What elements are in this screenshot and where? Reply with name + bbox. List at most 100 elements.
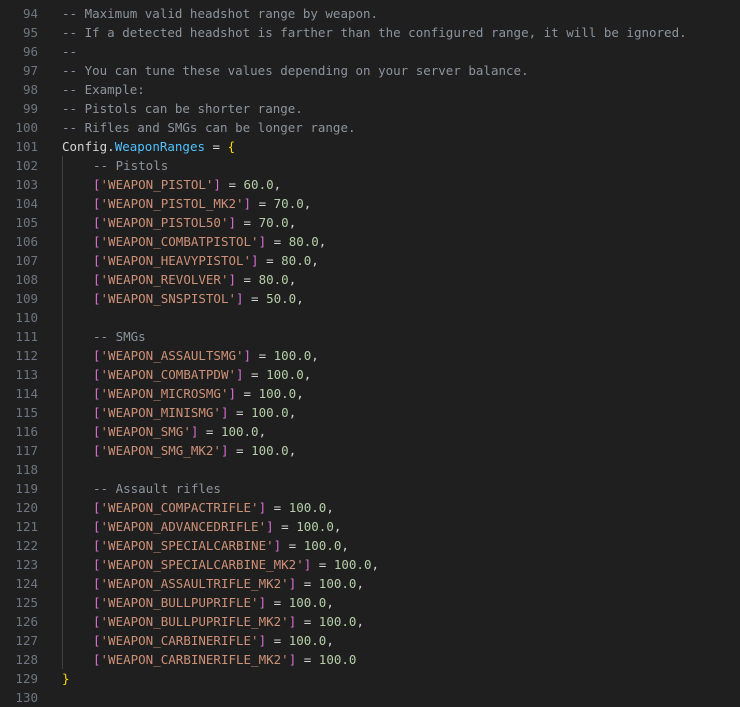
close-bracket: ] <box>228 215 236 230</box>
code-line[interactable]: 94 -- Maximum valid headshot range by wea… <box>0 4 740 23</box>
code-line[interactable]: 108 ['WEAPON_REVOLVER'] = 80.0, <box>0 270 740 289</box>
line-number: 128 <box>15 652 38 667</box>
line-content[interactable]: } <box>38 669 70 688</box>
line-content[interactable]: -- Maximum valid headshot range by weapo… <box>38 4 378 23</box>
code-line[interactable]: 98 -- Example: <box>0 80 740 99</box>
code-line[interactable]: 127 ['WEAPON_CARBINERIFLE'] = 100.0, <box>0 631 740 650</box>
line-content[interactable]: -- You can tune these values depending o… <box>38 61 529 80</box>
open-bracket: [ <box>93 272 101 287</box>
line-content[interactable]: ['WEAPON_SNSPISTOL'] = 50.0, <box>38 289 304 308</box>
assign-operator: = <box>266 234 289 249</box>
indent-guide <box>62 403 93 422</box>
weapon-key: 'WEAPON_CARBINERIFLE_MK2' <box>100 652 289 667</box>
comma: , <box>273 177 282 192</box>
line-number: 105 <box>15 215 38 230</box>
code-line[interactable]: 102 -- Pistols <box>0 156 740 175</box>
line-content[interactable]: ['WEAPON_PISTOL'] = 60.0, <box>38 175 281 194</box>
line-content[interactable]: -- If a detected headshot is farther tha… <box>38 23 687 42</box>
line-content[interactable]: -- Assault rifles <box>38 479 221 498</box>
line-content[interactable] <box>38 308 93 327</box>
open-bracket: [ <box>93 215 101 230</box>
dot-operator: . <box>107 139 115 154</box>
code-line[interactable]: 115 ['WEAPON_MINISMG'] = 100.0, <box>0 403 740 422</box>
close-bracket: ] <box>266 519 274 534</box>
code-line[interactable]: 96 -- <box>0 42 740 61</box>
code-line[interactable]: 112 ['WEAPON_ASSAULTSMG'] = 100.0, <box>0 346 740 365</box>
line-content[interactable]: ['WEAPON_PISTOL_MK2'] = 70.0, <box>38 194 311 213</box>
code-line[interactable]: 126 ['WEAPON_BULLPUPRIFLE_MK2'] = 100.0, <box>0 612 740 631</box>
line-content[interactable]: ['WEAPON_COMPACTRIFLE'] = 100.0, <box>38 498 334 517</box>
code-line[interactable]: 119 -- Assault rifles <box>0 479 740 498</box>
indent-guide <box>62 384 93 403</box>
line-content[interactable]: ['WEAPON_BULLPUPRIFLE_MK2'] = 100.0, <box>38 612 364 631</box>
code-line[interactable]: 110 <box>0 308 740 327</box>
open-bracket: [ <box>93 443 101 458</box>
code-line[interactable]: 106 ['WEAPON_COMBATPISTOL'] = 80.0, <box>0 232 740 251</box>
line-number: 99 <box>22 101 38 116</box>
line-content[interactable]: ['WEAPON_ADVANCEDRIFLE'] = 100.0, <box>38 517 341 536</box>
line-content[interactable]: ['WEAPON_MICROSMG'] = 100.0, <box>38 384 304 403</box>
code-line[interactable]: 122 ['WEAPON_SPECIALCARBINE'] = 100.0, <box>0 536 740 555</box>
code-line[interactable]: 130 <box>0 688 740 707</box>
code-line[interactable]: 121 ['WEAPON_ADVANCEDRIFLE'] = 100.0, <box>0 517 740 536</box>
line-number: 102 <box>15 158 38 173</box>
line-content[interactable]: ['WEAPON_CARBINERIFLE_MK2'] = 100.0 <box>38 650 356 669</box>
line-content[interactable]: ['WEAPON_COMBATPISTOL'] = 80.0, <box>38 232 326 251</box>
line-content[interactable]: ['WEAPON_SMG'] = 100.0, <box>38 422 266 441</box>
line-number: 115 <box>15 405 38 420</box>
line-content[interactable]: ['WEAPON_SPECIALCARBINE_MK2'] = 100.0, <box>38 555 379 574</box>
code-line[interactable]: 100 -- Rifles and SMGs can be longer rang… <box>0 118 740 137</box>
line-content[interactable]: ['WEAPON_HEAVYPISTOL'] = 80.0, <box>38 251 319 270</box>
line-content[interactable]: -- Rifles and SMGs can be longer range. <box>38 118 356 137</box>
code-line[interactable]: 111 -- SMGs <box>0 327 740 346</box>
code-line[interactable]: 129} <box>0 669 740 688</box>
code-line[interactable]: 113 ['WEAPON_COMBATPDW'] = 100.0, <box>0 365 740 384</box>
code-line[interactable]: 105 ['WEAPON_PISTOL50'] = 70.0, <box>0 213 740 232</box>
code-line[interactable]: 125 ['WEAPON_BULLPUPRIFLE'] = 100.0, <box>0 593 740 612</box>
code-line[interactable]: 107 ['WEAPON_HEAVYPISTOL'] = 80.0, <box>0 251 740 270</box>
line-content[interactable]: ['WEAPON_SPECIALCARBINE'] = 100.0, <box>38 536 349 555</box>
line-content[interactable]: ['WEAPON_PISTOL50'] = 70.0, <box>38 213 296 232</box>
code-line[interactable]: 104 ['WEAPON_PISTOL_MK2'] = 70.0, <box>0 194 740 213</box>
line-content[interactable]: ['WEAPON_REVOLVER'] = 80.0, <box>38 270 296 289</box>
code-line[interactable]: 99 -- Pistols can be shorter range. <box>0 99 740 118</box>
code-editor[interactable]: 94 -- Maximum valid headshot range by wea… <box>0 0 740 706</box>
line-content[interactable]: -- <box>38 42 77 61</box>
assign-operator: = <box>266 633 289 648</box>
line-content[interactable] <box>38 688 62 707</box>
line-content[interactable] <box>38 460 93 479</box>
line-content[interactable]: ['WEAPON_BULLPUPRIFLE'] = 100.0, <box>38 593 334 612</box>
indent-guide <box>62 631 93 650</box>
comma: , <box>288 272 297 287</box>
open-bracket: [ <box>93 348 101 363</box>
code-line[interactable]: 114 ['WEAPON_MICROSMG'] = 100.0, <box>0 384 740 403</box>
line-content[interactable]: ['WEAPON_COMBATPDW'] = 100.0, <box>38 365 311 384</box>
code-line[interactable]: 123 ['WEAPON_SPECIALCARBINE_MK2'] = 100.0… <box>0 555 740 574</box>
indent-guide <box>62 156 93 175</box>
line-content[interactable]: -- SMGs <box>38 327 146 346</box>
code-line[interactable]: 109 ['WEAPON_SNSPISTOL'] = 50.0, <box>0 289 740 308</box>
line-content[interactable]: ['WEAPON_SMG_MK2'] = 100.0, <box>38 441 296 460</box>
line-content[interactable]: ['WEAPON_ASSAULTSMG'] = 100.0, <box>38 346 319 365</box>
code-line[interactable]: 124 ['WEAPON_ASSAULTRIFLE_MK2'] = 100.0, <box>0 574 740 593</box>
code-line[interactable]: 120 ['WEAPON_COMPACTRIFLE'] = 100.0, <box>0 498 740 517</box>
line-content[interactable]: Config.WeaponRanges = { <box>38 137 235 156</box>
line-content[interactable]: ['WEAPON_MINISMG'] = 100.0, <box>38 403 296 422</box>
weapon-key: 'WEAPON_ASSAULTRIFLE_MK2' <box>100 576 289 591</box>
assign-operator: = <box>251 348 274 363</box>
line-content[interactable]: -- Pistols can be shorter range. <box>38 99 303 118</box>
code-line[interactable]: 128 ['WEAPON_CARBINERIFLE_MK2'] = 100.0 <box>0 650 740 669</box>
code-line[interactable]: 103 ['WEAPON_PISTOL'] = 60.0, <box>0 175 740 194</box>
code-line[interactable]: 97 -- You can tune these values depending… <box>0 61 740 80</box>
weapon-key: 'WEAPON_HEAVYPISTOL' <box>100 253 252 268</box>
code-line[interactable]: 101 Config.WeaponRanges = { <box>0 137 740 156</box>
line-content[interactable]: -- Pistols <box>38 156 168 175</box>
line-content[interactable]: -- Example: <box>38 80 145 99</box>
code-line[interactable]: 116 ['WEAPON_SMG'] = 100.0, <box>0 422 740 441</box>
line-content[interactable]: ['WEAPON_CARBINERIFLE'] = 100.0, <box>38 631 334 650</box>
code-line[interactable]: 118 <box>0 460 740 479</box>
code-line[interactable]: 95 -- If a detected headshot is farther t… <box>0 23 740 42</box>
line-content[interactable]: ['WEAPON_ASSAULTRIFLE_MK2'] = 100.0, <box>38 574 364 593</box>
range-value: 100.0 <box>333 557 372 572</box>
code-line[interactable]: 117 ['WEAPON_SMG_MK2'] = 100.0, <box>0 441 740 460</box>
